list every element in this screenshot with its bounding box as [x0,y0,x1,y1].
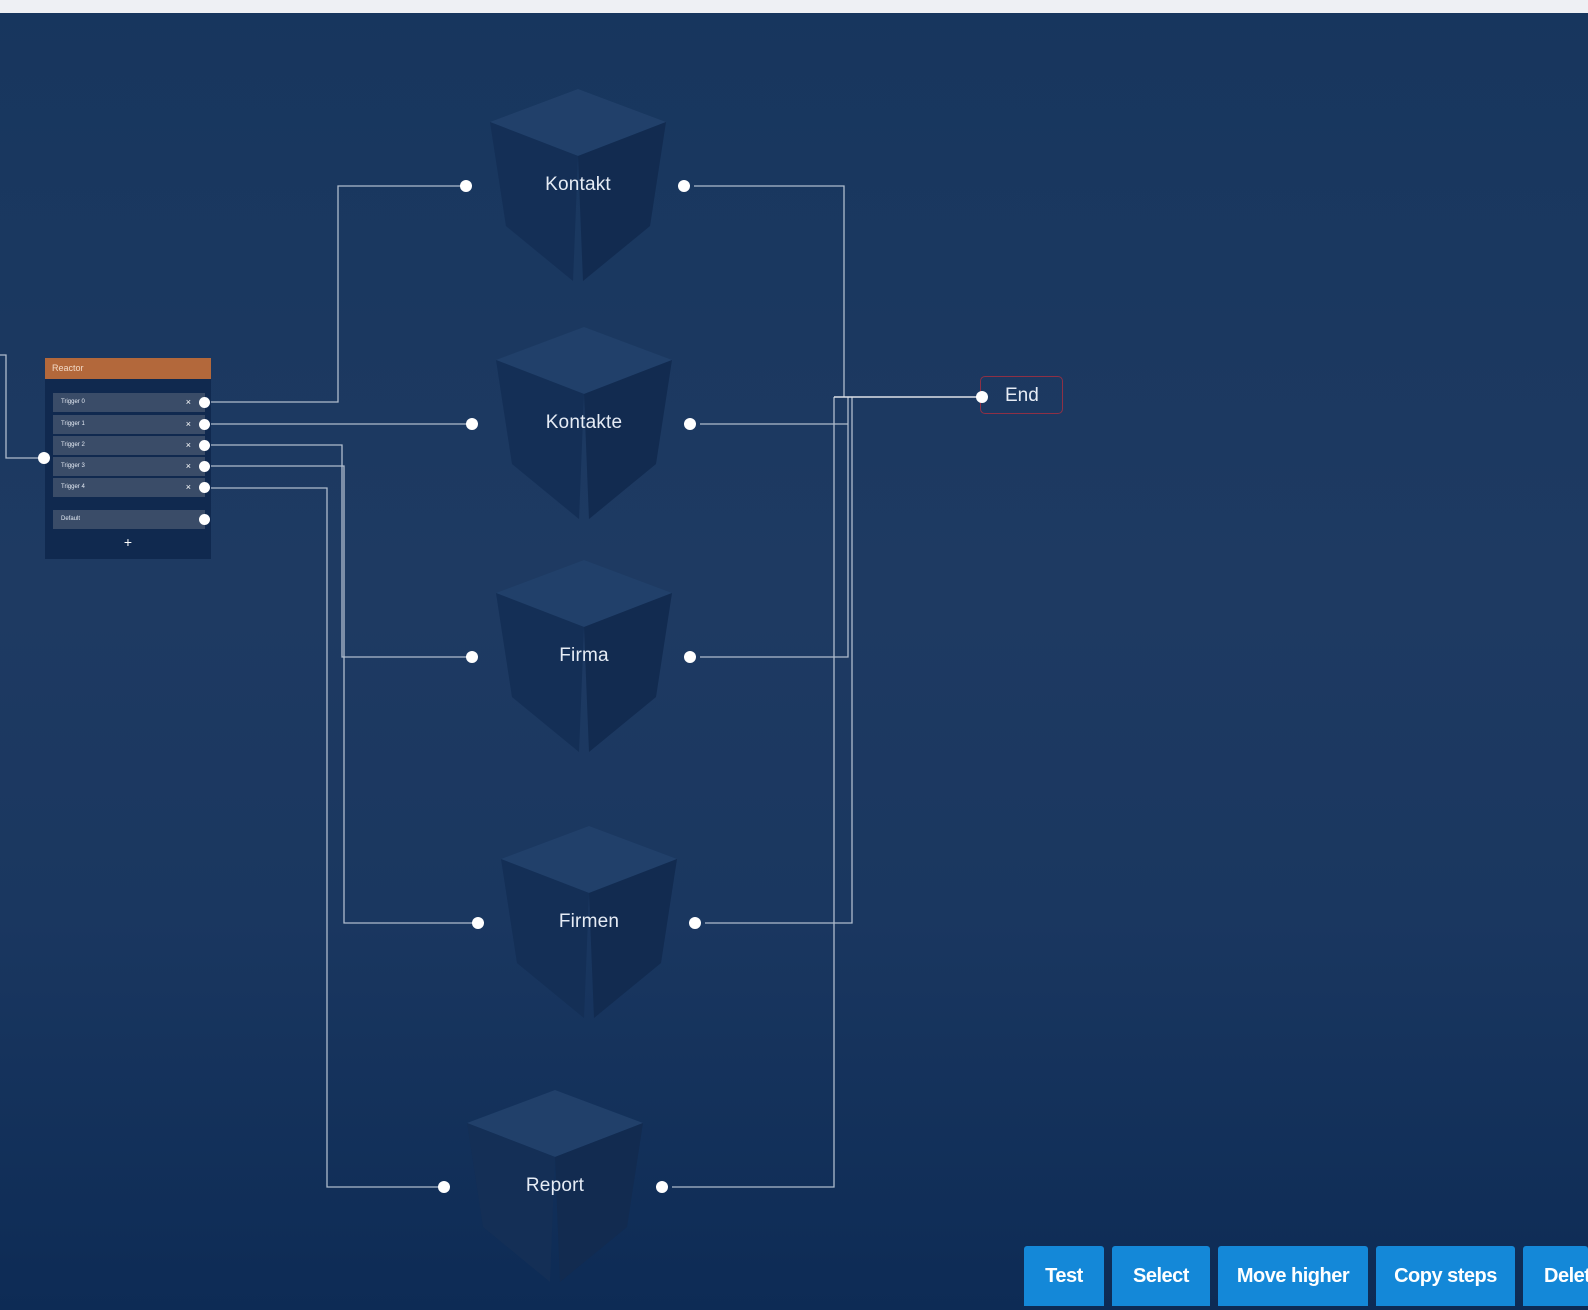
node-label: Kontakte [545,412,623,433]
kontakt-input-port[interactable] [460,180,472,192]
end-label: End [1005,385,1039,406]
report-input-port[interactable] [438,1181,450,1193]
remove-trigger-icon[interactable]: × [186,478,191,497]
reactor-node[interactable]: Reactor Trigger 0 × Trigger 1 × Trigger … [45,358,211,559]
trigger-label: Trigger 2 [61,442,85,448]
trigger-label: Trigger 1 [61,421,85,427]
connector-firma-end [700,397,849,658]
test-button[interactable]: Test [1024,1246,1104,1306]
trigger-row[interactable]: Trigger 4 × [53,478,210,497]
trigger-row[interactable]: Trigger 0 × [53,393,210,412]
firmen-output-port[interactable] [689,917,701,929]
move-higher-button[interactable]: Move higher [1218,1246,1368,1306]
trigger-output-port[interactable] [199,397,210,408]
connector-report-end [672,397,835,1188]
firmen-input-port[interactable] [472,917,484,929]
firma-output-port[interactable] [684,651,696,663]
remove-trigger-icon[interactable]: × [186,415,191,434]
trigger-output-port[interactable] [199,482,210,493]
trigger-label: Trigger 3 [61,463,85,469]
node-label: Firmen [558,911,620,932]
kontakt-output-port[interactable] [678,180,690,192]
trigger-output-port[interactable] [199,440,210,451]
trigger-row[interactable]: Trigger 1 × [53,415,210,434]
end-node[interactable]: End [980,376,1063,414]
connector-trigger2-firma [207,444,472,658]
remove-trigger-icon[interactable]: × [186,393,191,412]
default-row[interactable]: Default [53,510,210,529]
end-input-port[interactable] [976,391,988,403]
add-trigger-button[interactable]: + [45,534,211,550]
trigger-row[interactable]: Trigger 3 × [53,457,210,476]
connector-lines [0,185,984,1188]
reactor-title: Reactor [45,358,211,379]
trigger-label: Trigger 4 [61,484,85,490]
default-label: Default [61,516,81,522]
flow-node-firmen[interactable]: Firmen [489,823,689,1023]
node-label: Report [525,1175,585,1196]
trigger-row[interactable]: Trigger 2 × [53,436,210,455]
remove-trigger-icon[interactable]: × [186,457,191,476]
reactor-input-port[interactable] [38,452,50,464]
firma-input-port[interactable] [466,651,478,663]
trigger-output-port[interactable] [199,419,210,430]
top-header-strip [0,0,1588,13]
delete-button[interactable]: Delete [1523,1246,1588,1306]
remove-trigger-icon[interactable]: × [186,436,191,455]
kontakte-output-port[interactable] [684,418,696,430]
default-output-port[interactable] [199,514,210,525]
node-label: Kontakt [545,174,611,195]
flow-node-kontakt[interactable]: Kontakt [478,86,678,286]
bottom-toolbar: Test Select Move higher Copy steps Delet… [0,1246,1588,1310]
kontakte-input-port[interactable] [466,418,478,430]
report-output-port[interactable] [656,1181,668,1193]
flow-node-kontakte[interactable]: Kontakte [484,324,684,524]
connector-entry [0,354,40,459]
connector-firmen-end [705,397,853,924]
flow-canvas[interactable]: Reactor Trigger 0 × Trigger 1 × Trigger … [0,13,1588,1310]
connector-trigger0-kontakt [207,185,466,403]
flow-node-firma[interactable]: Firma [484,557,684,757]
trigger-output-port[interactable] [199,461,210,472]
connector-kontakt-end [694,185,845,397]
node-label: Firma [559,645,609,666]
copy-steps-button[interactable]: Copy steps [1376,1246,1515,1306]
trigger-label: Trigger 0 [61,399,85,405]
connector-trigger4-report [207,487,446,1188]
select-button[interactable]: Select [1112,1246,1210,1306]
